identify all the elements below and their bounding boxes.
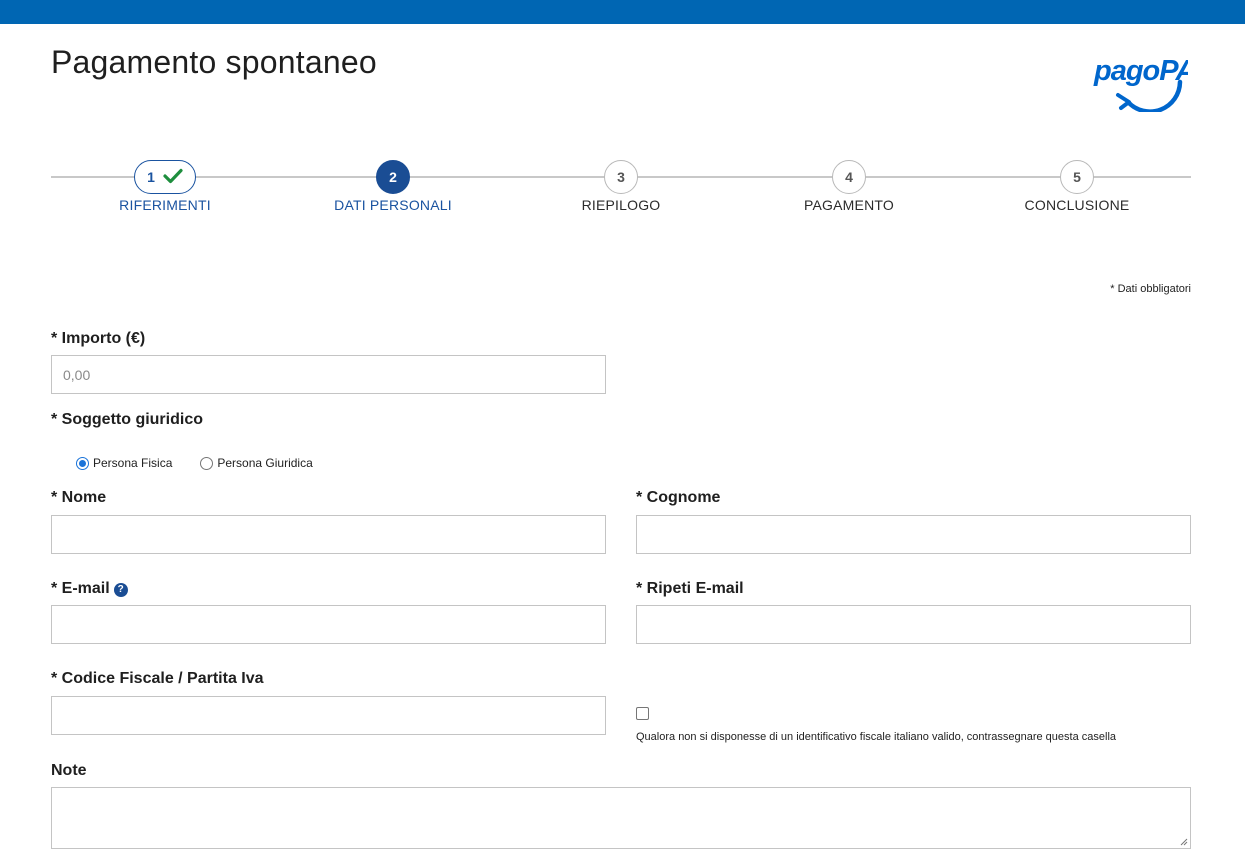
radio-persona-fisica[interactable]: Persona Fisica bbox=[76, 456, 172, 470]
progress-stepper: 1 RIFERIMENTI 2 DATI PERSONALI 3 RIEPILO… bbox=[51, 160, 1191, 220]
step-riferimenti[interactable]: 1 RIFERIMENTI bbox=[51, 160, 279, 213]
soggetto-giuridico-radio-group: Persona Fisica Persona Giuridica bbox=[76, 456, 341, 470]
step-riepilogo: 3 RIEPILOGO bbox=[507, 160, 735, 213]
radio-persona-giuridica-label: Persona Giuridica bbox=[217, 456, 313, 470]
email-input[interactable] bbox=[51, 605, 606, 644]
pagopa-logo: pagoPA bbox=[1092, 50, 1196, 114]
step-5-circle: 5 bbox=[1060, 160, 1094, 194]
check-icon bbox=[163, 168, 183, 187]
note-label: Note bbox=[51, 762, 87, 779]
step-4-label: PAGAMENTO bbox=[804, 197, 894, 213]
step-2-circle: 2 bbox=[376, 160, 410, 194]
email-label-row: * E-mail? bbox=[51, 580, 128, 598]
step-3-label: RIEPILOGO bbox=[581, 197, 661, 213]
step-1-circle[interactable]: 1 bbox=[134, 160, 196, 194]
required-fields-note: * Dati obbligatori bbox=[1110, 283, 1191, 295]
no-codice-fiscale-label: Qualora non si disponesse di un identifi… bbox=[636, 731, 1117, 743]
no-codice-fiscale-checkbox[interactable] bbox=[636, 707, 649, 720]
radio-persona-fisica-label: Persona Fisica bbox=[93, 456, 173, 470]
codice-fiscale-label: * Codice Fiscale / Partita Iva bbox=[51, 670, 264, 687]
nome-input[interactable] bbox=[51, 515, 606, 554]
step-1-label: RIFERIMENTI bbox=[119, 197, 211, 213]
radio-persona-giuridica[interactable]: Persona Giuridica bbox=[200, 456, 313, 470]
codice-fiscale-input[interactable] bbox=[51, 696, 606, 735]
cognome-label: * Cognome bbox=[636, 489, 721, 506]
resize-grip-icon[interactable] bbox=[1180, 838, 1188, 846]
step-4-circle: 4 bbox=[832, 160, 866, 194]
top-bar bbox=[0, 0, 1245, 24]
step-3-circle: 3 bbox=[604, 160, 638, 194]
note-textarea[interactable] bbox=[51, 787, 1191, 849]
importo-input[interactable] bbox=[51, 355, 606, 394]
step-5-label: CONCLUSIONE bbox=[1024, 197, 1130, 213]
soggetto-giuridico-label: * Soggetto giuridico bbox=[51, 411, 203, 428]
page-title: Pagamento spontaneo bbox=[51, 44, 377, 80]
importo-label: * Importo (€) bbox=[51, 330, 146, 347]
step-dati-personali: 2 DATI PERSONALI bbox=[279, 160, 507, 213]
radio-persona-giuridica-dot[interactable] bbox=[200, 456, 214, 470]
step-pagamento: 4 PAGAMENTO bbox=[735, 160, 963, 213]
radio-persona-fisica-dot[interactable] bbox=[76, 456, 89, 470]
question-circle-icon[interactable]: ? bbox=[113, 582, 128, 597]
step-2-label: DATI PERSONALI bbox=[334, 197, 452, 213]
step-conclusione: 5 CONCLUSIONE bbox=[963, 160, 1191, 213]
cognome-input[interactable] bbox=[636, 515, 1191, 554]
ripeti-email-label: * Ripeti E-mail bbox=[636, 580, 744, 597]
email-label: * E-mail bbox=[51, 580, 110, 597]
nome-label: * Nome bbox=[51, 489, 107, 506]
ripeti-email-input[interactable] bbox=[636, 605, 1191, 644]
step-1-number: 1 bbox=[147, 169, 155, 185]
svg-text:pagoPA: pagoPA bbox=[1093, 55, 1188, 87]
